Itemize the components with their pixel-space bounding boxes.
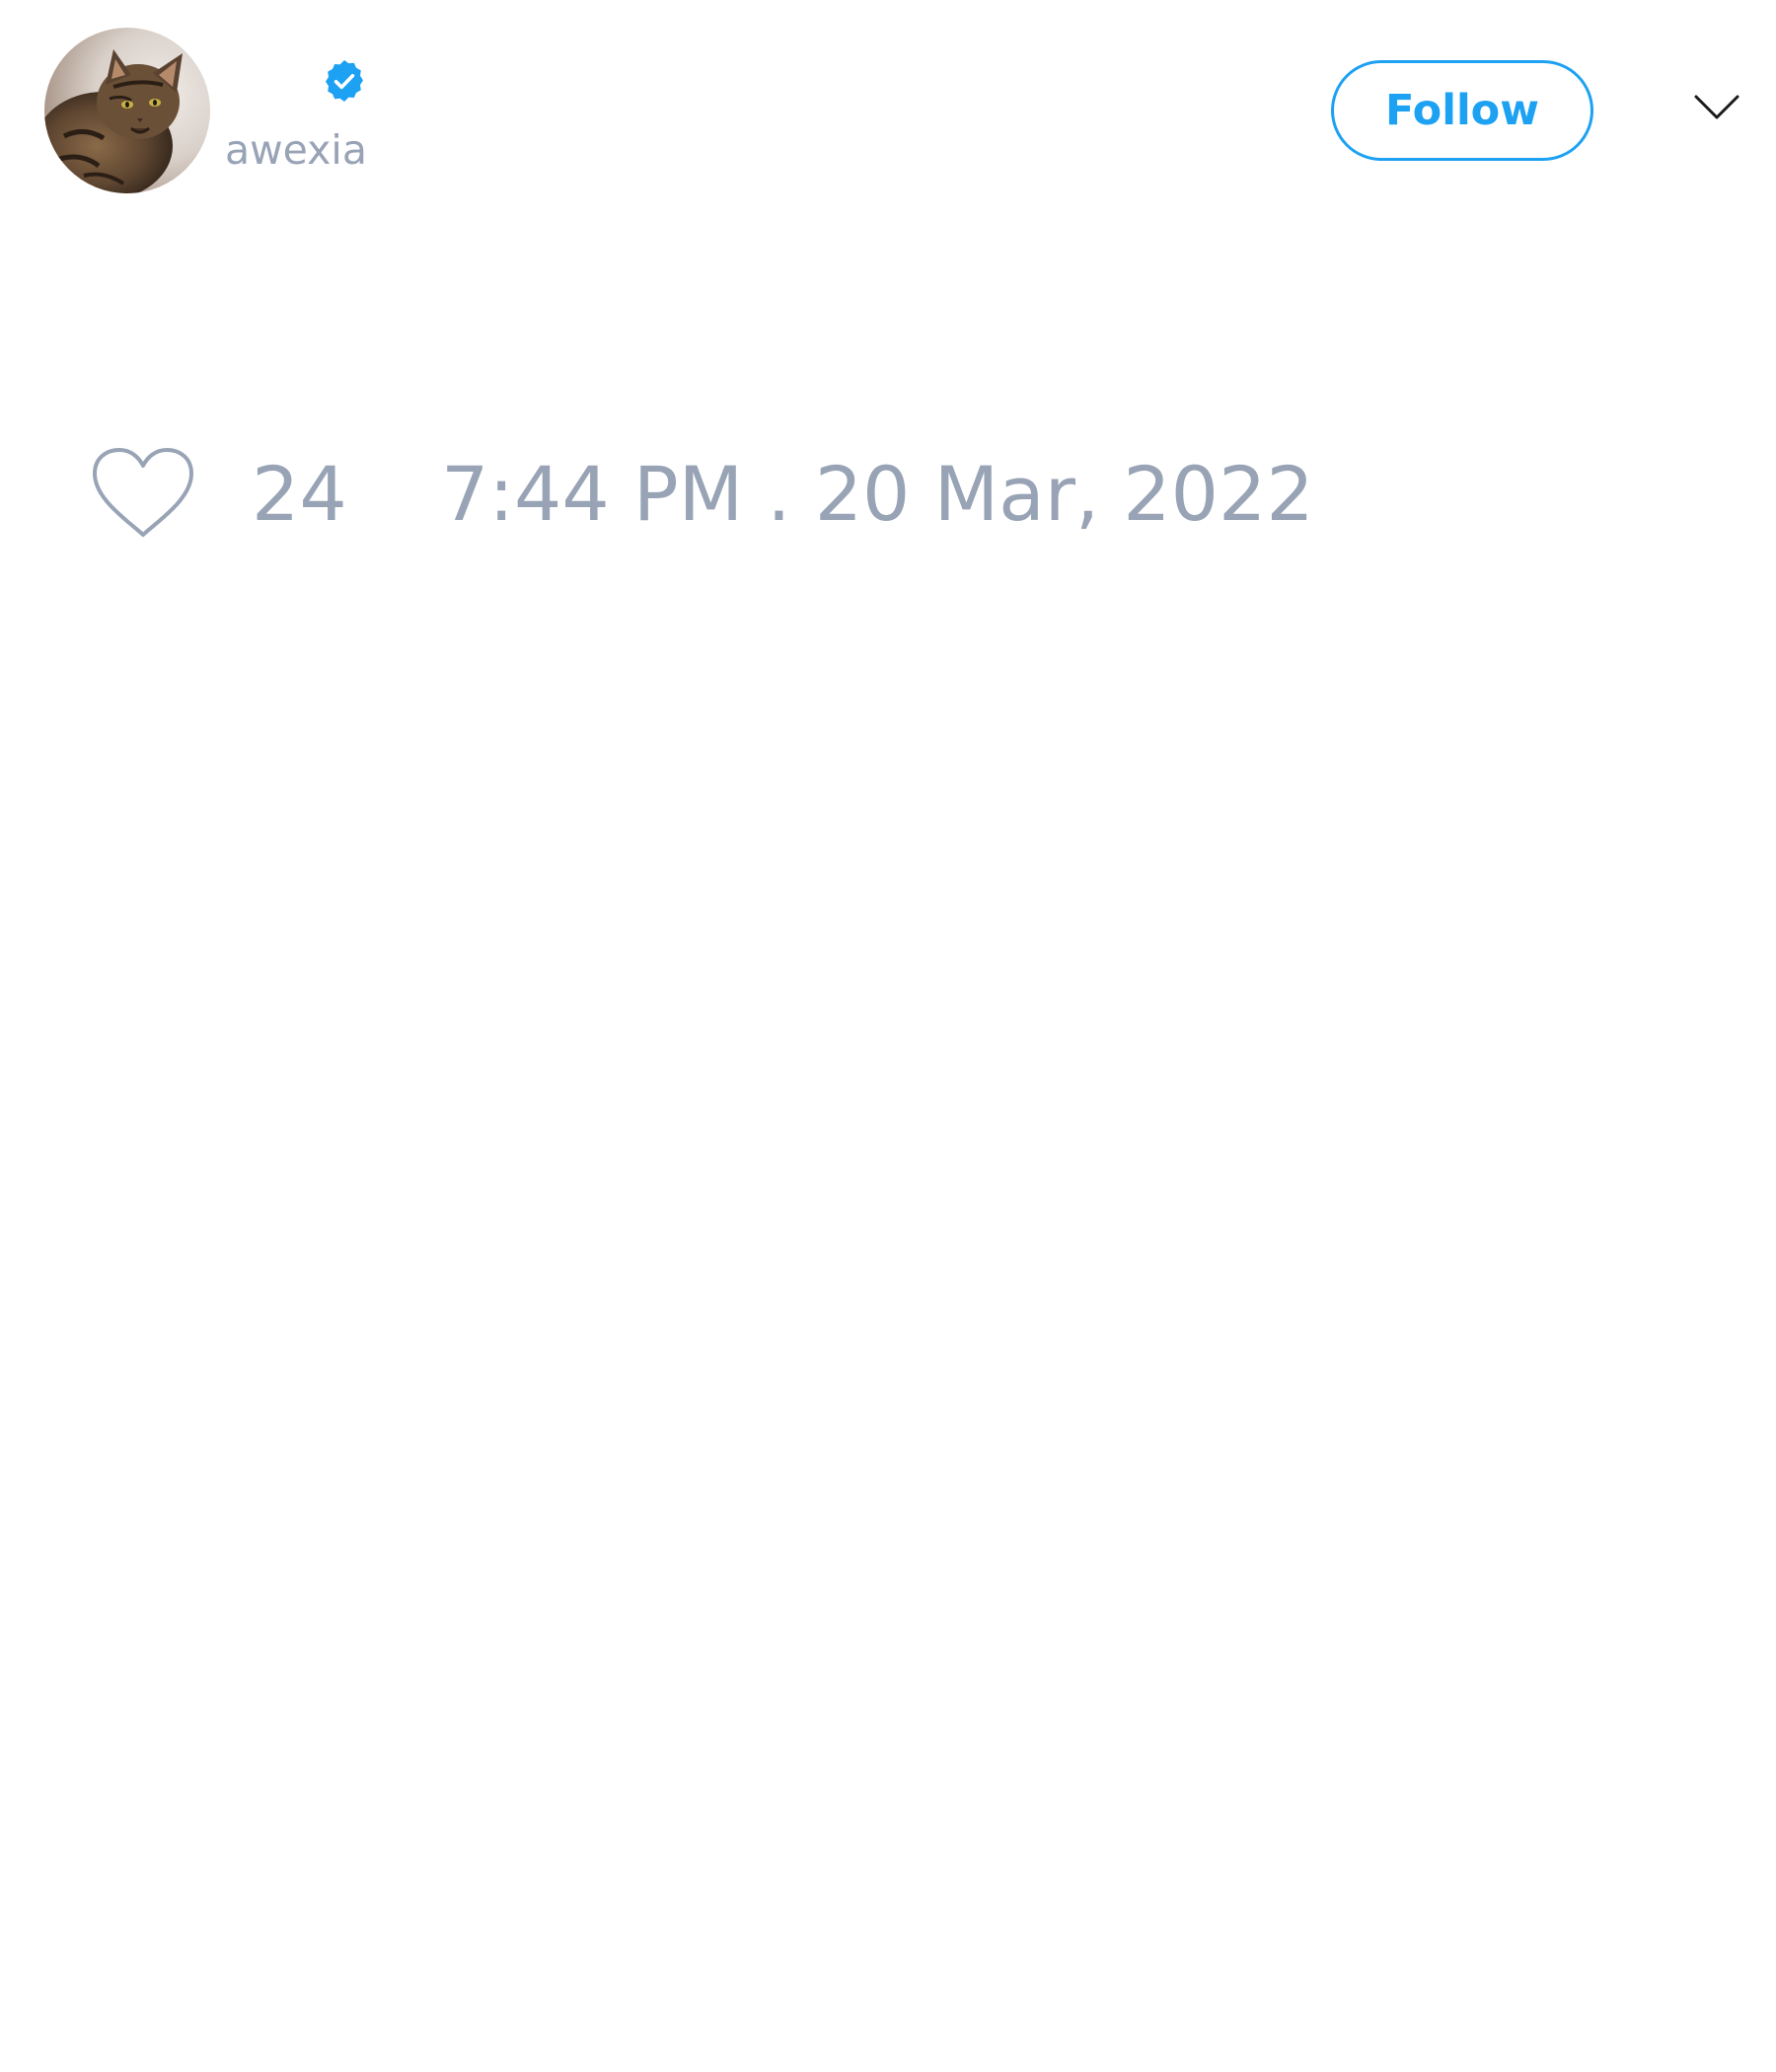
cat-avatar-image — [44, 28, 210, 193]
heart-outline-icon[interactable] — [89, 446, 197, 541]
chevron-down-icon[interactable] — [1693, 93, 1740, 122]
username[interactable]: awexia — [225, 126, 367, 174]
avatar[interactable] — [44, 28, 210, 193]
tweet-card: awexia Follow 24 7:44 PM . 20 Mar, 2022 — [0, 0, 1776, 2072]
tweet-timestamp[interactable]: 7:44 PM . 20 Mar, 2022 — [441, 449, 1314, 540]
like-count: 24 — [252, 450, 347, 538]
verified-badge-icon — [326, 60, 363, 102]
follow-button[interactable]: Follow — [1331, 60, 1593, 161]
